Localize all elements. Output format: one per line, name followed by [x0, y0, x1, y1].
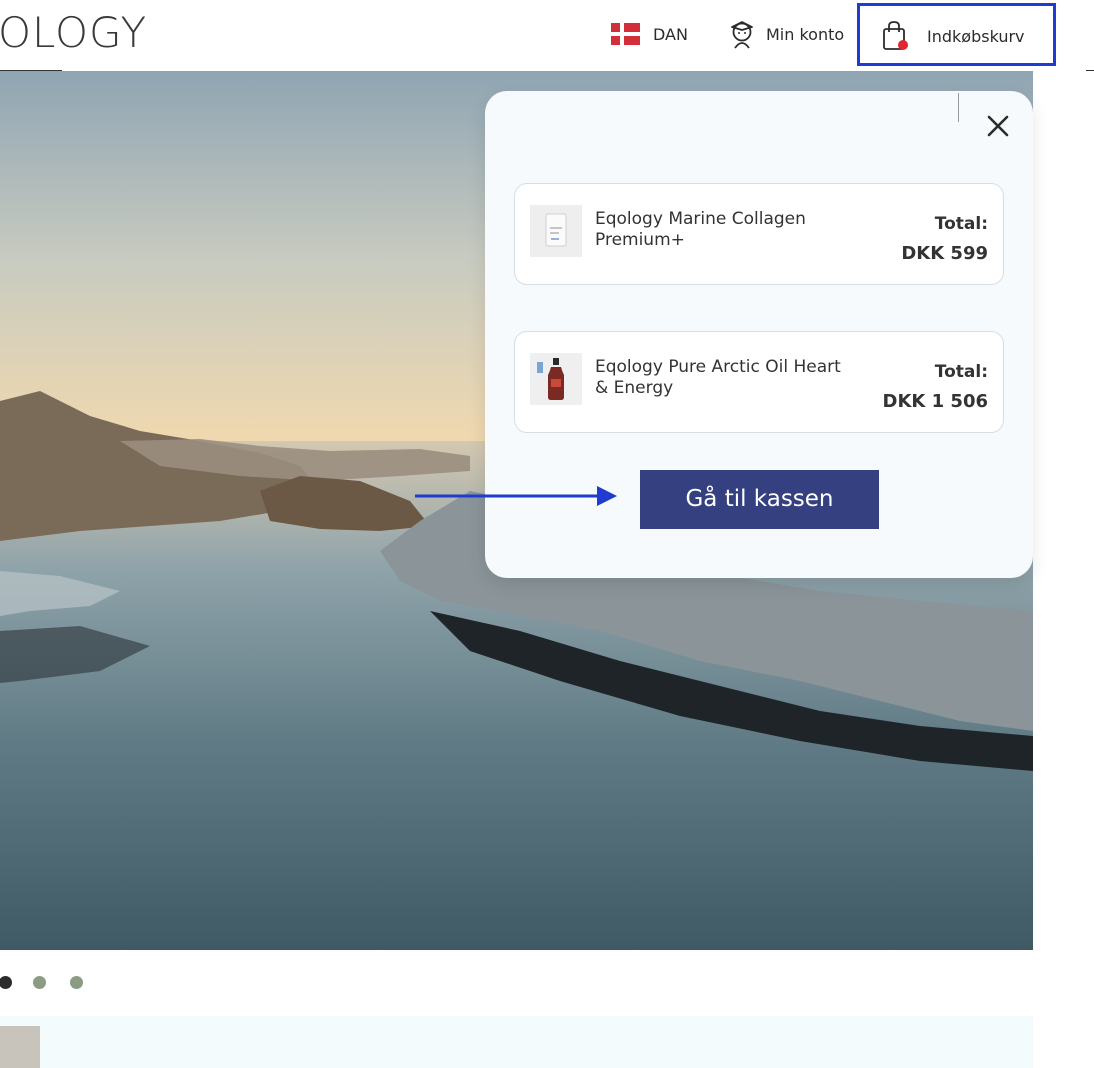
cart-item-total-label: Total: — [934, 362, 988, 382]
carousel-dot-3[interactable] — [70, 976, 83, 989]
checkout-button[interactable]: Gå til kassen — [640, 470, 879, 529]
account-label: Min konto — [766, 24, 845, 44]
cart-item-total-value: DKK 1 506 — [882, 391, 988, 412]
cart-button[interactable]: Indkøbskurv — [857, 3, 1056, 66]
popup-divider — [958, 93, 959, 122]
site-header: OLOGY DAN Min konto Indkøbskurv — [0, 0, 1094, 71]
shopping-bag-icon — [883, 21, 908, 50]
cart-item-name[interactable]: Eqology Marine Collagen Premium+ — [595, 209, 855, 251]
account-link[interactable]: Min konto — [726, 18, 844, 50]
user-icon — [731, 21, 753, 49]
language-label: DAN — [653, 24, 688, 44]
language-selector[interactable]: DAN — [611, 22, 688, 46]
carousel-dot-1[interactable] — [0, 976, 12, 989]
carousel-dot-2[interactable] — [33, 976, 46, 989]
annotation-arrow-icon — [415, 486, 617, 506]
cart-item-total-label: Total: — [934, 214, 988, 234]
cart-item: Eqology Pure Arctic Oil Heart & Energy T… — [514, 331, 1004, 433]
close-icon[interactable] — [985, 113, 1011, 139]
header-divider — [1086, 70, 1094, 71]
product-image[interactable] — [530, 205, 582, 257]
collagen-pouch-icon — [545, 213, 567, 247]
cart-item-name[interactable]: Eqology Pure Arctic Oil Heart & Energy — [595, 357, 855, 399]
cart-item-total-value: DKK 599 — [901, 243, 988, 264]
oil-bottle-icon — [537, 358, 564, 400]
site-logo[interactable]: OLOGY — [0, 8, 147, 58]
product-image[interactable] — [530, 353, 582, 405]
denmark-flag-icon — [611, 23, 640, 45]
content-thumbnail — [0, 1026, 40, 1068]
cart-label: Indkøbskurv — [927, 27, 1025, 46]
content-strip — [0, 1016, 1033, 1068]
cart-item: Eqology Marine Collagen Premium+ Total: … — [514, 183, 1004, 285]
